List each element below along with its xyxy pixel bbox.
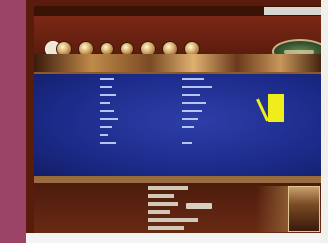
thumbnail-fade	[256, 186, 288, 232]
stat-row	[100, 108, 222, 116]
form-row	[84, 192, 198, 200]
stat-row	[100, 132, 222, 140]
right-border	[321, 0, 328, 243]
account-tab[interactable]	[264, 7, 322, 15]
left-sidebar	[0, 0, 26, 243]
stat-row	[100, 76, 222, 84]
yellow-flag-icon	[268, 94, 284, 122]
stat-row	[100, 140, 222, 148]
form-row	[84, 224, 198, 232]
banner-image	[34, 54, 324, 72]
form-field[interactable]	[148, 218, 198, 222]
form-field[interactable]	[148, 226, 184, 230]
form-field[interactable]	[148, 202, 178, 206]
form-field[interactable]	[148, 194, 174, 198]
bottom-border	[26, 233, 328, 243]
detail-form	[84, 184, 198, 232]
form-row	[84, 216, 198, 224]
stat-row	[100, 92, 222, 100]
form-row	[84, 200, 198, 208]
stats-list	[100, 76, 222, 148]
form-row	[84, 208, 198, 216]
stat-row	[100, 124, 222, 132]
details-header	[34, 178, 324, 183]
form-field[interactable]	[148, 210, 170, 214]
stat-row	[100, 100, 222, 108]
header	[34, 16, 328, 64]
top-menu	[34, 6, 324, 16]
submit-button[interactable]	[186, 203, 212, 209]
form-row	[84, 184, 198, 192]
stat-row	[100, 116, 222, 124]
form-field[interactable]	[148, 186, 188, 190]
stat-row	[100, 84, 222, 92]
preview-image[interactable]	[288, 186, 320, 232]
